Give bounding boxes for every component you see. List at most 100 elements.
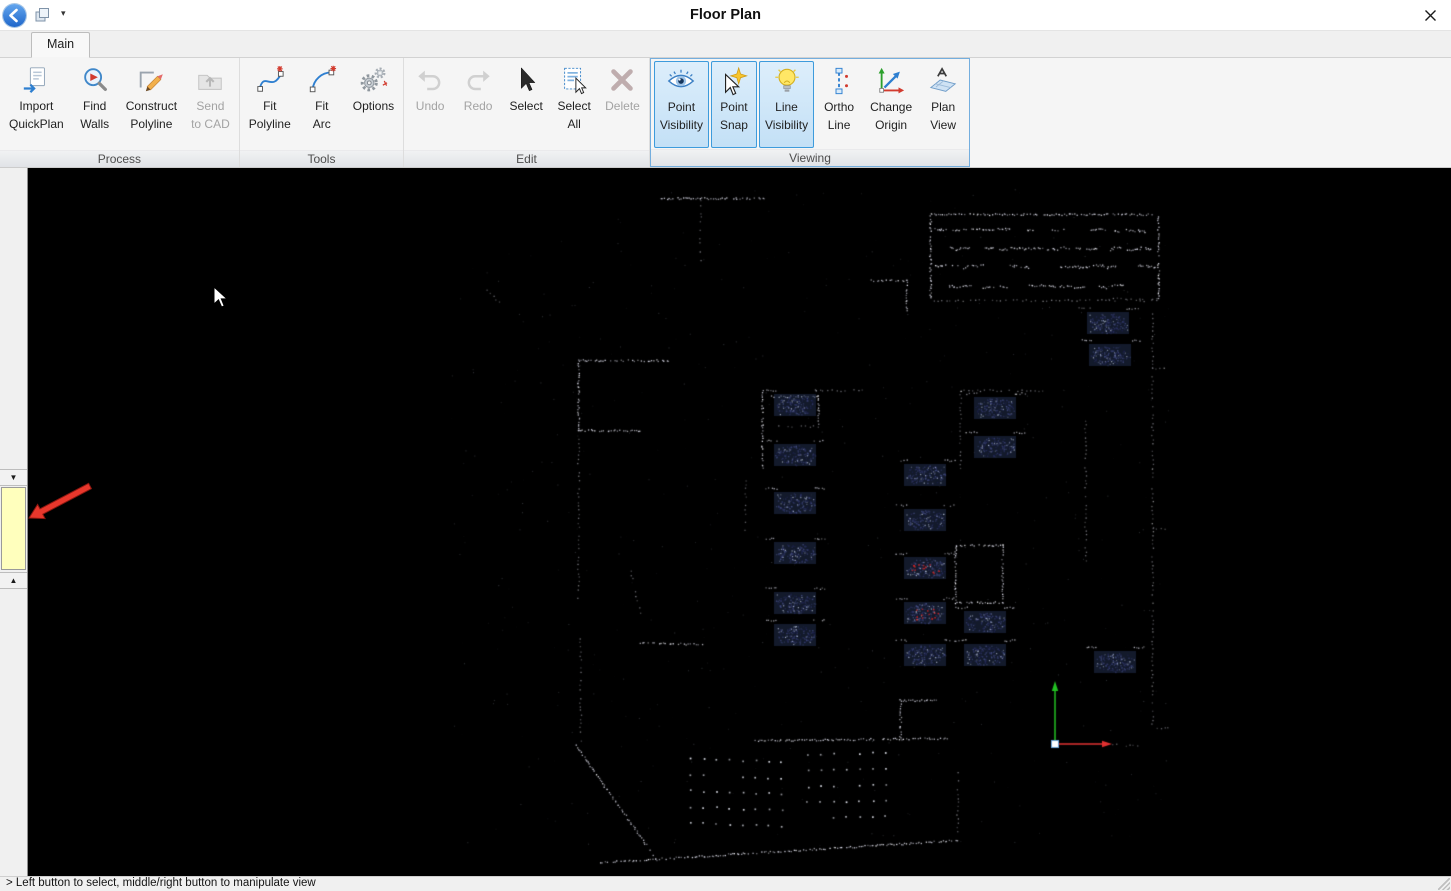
label-line: Point xyxy=(660,98,703,116)
left-sidebar: ▼ ▲ xyxy=(0,168,28,876)
delete-button[interactable]: Delete xyxy=(599,60,646,149)
title-bar: ▾ Floor Plan xyxy=(0,0,1451,31)
resize-grip[interactable] xyxy=(1438,878,1450,890)
line-visibility-toggle[interactable]: LineVisibility xyxy=(759,61,814,148)
ribbon-group-edit: Undo Redo Select SelectAll xyxy=(404,58,650,167)
redo-icon xyxy=(463,65,493,95)
ribbon-button-label: ConstructPolyline xyxy=(126,97,177,135)
sidebar-scroll-down-button[interactable]: ▼ xyxy=(0,469,27,486)
fit-polyline-icon xyxy=(255,65,285,95)
label-line: Visibility xyxy=(660,116,703,134)
group-label-tools: Tools xyxy=(240,150,403,167)
ribbon-button-label: PlanView xyxy=(930,98,956,136)
sidebar-scroll-up-button[interactable]: ▲ xyxy=(0,572,27,589)
group-label-edit: Edit xyxy=(404,150,649,167)
label-line: Walls xyxy=(80,115,109,133)
label-line: Point xyxy=(720,98,748,116)
label-line: Plan xyxy=(930,98,956,116)
change-origin-button[interactable]: ChangeOrigin xyxy=(864,61,918,148)
label-line: Select xyxy=(557,97,590,115)
collapsed-panel-tab[interactable] xyxy=(1,487,26,570)
label-line: Polyline xyxy=(126,115,177,133)
ribbon-group-tools: FitPolyline FitArc Options Tools xyxy=(240,58,404,167)
label-line: Delete xyxy=(605,97,640,115)
label-line: Visibility xyxy=(765,116,808,134)
select-button[interactable]: Select xyxy=(503,60,549,149)
construct-polyline-button[interactable]: ConstructPolyline xyxy=(120,60,183,149)
viewport-canvas[interactable] xyxy=(28,168,1451,876)
ribbon-button-label: LineVisibility xyxy=(765,98,808,136)
point-snap-toggle[interactable]: PointSnap xyxy=(711,61,757,148)
group-label-viewing: Viewing xyxy=(651,149,969,166)
ribbon-button-label: Select xyxy=(509,97,542,135)
import-quickplan-button[interactable]: ImportQuickPlan xyxy=(3,60,70,149)
import-quickplan-icon xyxy=(21,65,51,95)
fit-polyline-button[interactable]: FitPolyline xyxy=(243,60,297,149)
group-label-process: Process xyxy=(0,150,239,167)
ribbon-button-label: FindWalls xyxy=(80,97,109,135)
label-line: Redo xyxy=(464,97,493,115)
find-walls-icon xyxy=(80,65,110,95)
send-to-cad-button[interactable]: Sendto CAD xyxy=(185,60,236,149)
label-line: Undo xyxy=(416,97,445,115)
ribbon-button-label: PointVisibility xyxy=(660,98,703,136)
undo-button[interactable]: Undo xyxy=(407,60,453,149)
fit-arc-button[interactable]: FitArc xyxy=(299,60,345,149)
options-gears-icon xyxy=(358,65,388,95)
find-walls-button[interactable]: FindWalls xyxy=(72,60,118,149)
select-all-icon xyxy=(559,65,589,95)
redo-button[interactable]: Redo xyxy=(455,60,501,149)
ribbon: ImportQuickPlan FindWalls ConstructPolyl… xyxy=(0,58,1451,168)
label-line: Fit xyxy=(249,97,291,115)
label-line: to CAD xyxy=(191,115,230,133)
label-line: Construct xyxy=(126,97,177,115)
lightbulb-icon xyxy=(772,66,802,96)
label-line: Change xyxy=(870,98,912,116)
status-text: > Left button to select, middle/right bu… xyxy=(6,877,316,889)
send-to-cad-icon xyxy=(195,65,225,95)
options-button[interactable]: Options xyxy=(347,60,400,149)
label-line: Select xyxy=(509,97,542,115)
close-icon xyxy=(1424,9,1437,22)
ribbon-button-label: Options xyxy=(353,97,394,135)
label-line: Ortho xyxy=(824,98,854,116)
plan-view-icon xyxy=(928,66,958,96)
ribbon-button-label: ImportQuickPlan xyxy=(9,97,64,135)
snap-cursor-star-icon xyxy=(719,66,749,96)
close-button[interactable] xyxy=(1417,3,1443,28)
tab-strip: Main xyxy=(0,31,1451,58)
label-line: Fit xyxy=(313,97,331,115)
window-title: Floor Plan xyxy=(0,7,1451,23)
select-all-button[interactable]: SelectAll xyxy=(551,60,597,149)
point-visibility-toggle[interactable]: PointVisibility xyxy=(654,61,709,148)
plan-view-button[interactable]: PlanView xyxy=(920,61,966,148)
ribbon-button-label: SelectAll xyxy=(557,97,590,135)
label-line: Polyline xyxy=(249,115,291,133)
label-line: Find xyxy=(80,97,109,115)
ribbon-button-label: Undo xyxy=(416,97,445,135)
ribbon-button-label: Delete xyxy=(605,97,640,135)
ribbon-button-label: ChangeOrigin xyxy=(870,98,912,136)
eye-icon xyxy=(666,66,696,96)
select-cursor-icon xyxy=(511,65,541,95)
ribbon-group-viewing: PointVisibility PointSnap LineVisibility… xyxy=(650,58,970,167)
ribbon-button-label: Sendto CAD xyxy=(191,97,230,135)
status-bar: > Left button to select, middle/right bu… xyxy=(0,876,1451,891)
construct-polyline-icon xyxy=(136,65,166,95)
ribbon-group-process: ImportQuickPlan FindWalls ConstructPolyl… xyxy=(0,58,240,167)
viewport xyxy=(28,168,1451,876)
label-line: All xyxy=(557,115,590,133)
label-line: QuickPlan xyxy=(9,115,64,133)
ribbon-button-label: PointSnap xyxy=(720,98,748,136)
label-line: Origin xyxy=(870,116,912,134)
ribbon-button-label: FitPolyline xyxy=(249,97,291,135)
label-line: Line xyxy=(765,98,808,116)
ribbon-button-label: FitArc xyxy=(313,97,331,135)
label-line: Import xyxy=(9,97,64,115)
label-line: Arc xyxy=(313,115,331,133)
ortho-line-button[interactable]: OrthoLine xyxy=(816,61,862,148)
ribbon-button-label: Redo xyxy=(464,97,493,135)
change-origin-axes-icon xyxy=(876,66,906,96)
tab-main[interactable]: Main xyxy=(31,32,90,58)
label-line: Send xyxy=(191,97,230,115)
